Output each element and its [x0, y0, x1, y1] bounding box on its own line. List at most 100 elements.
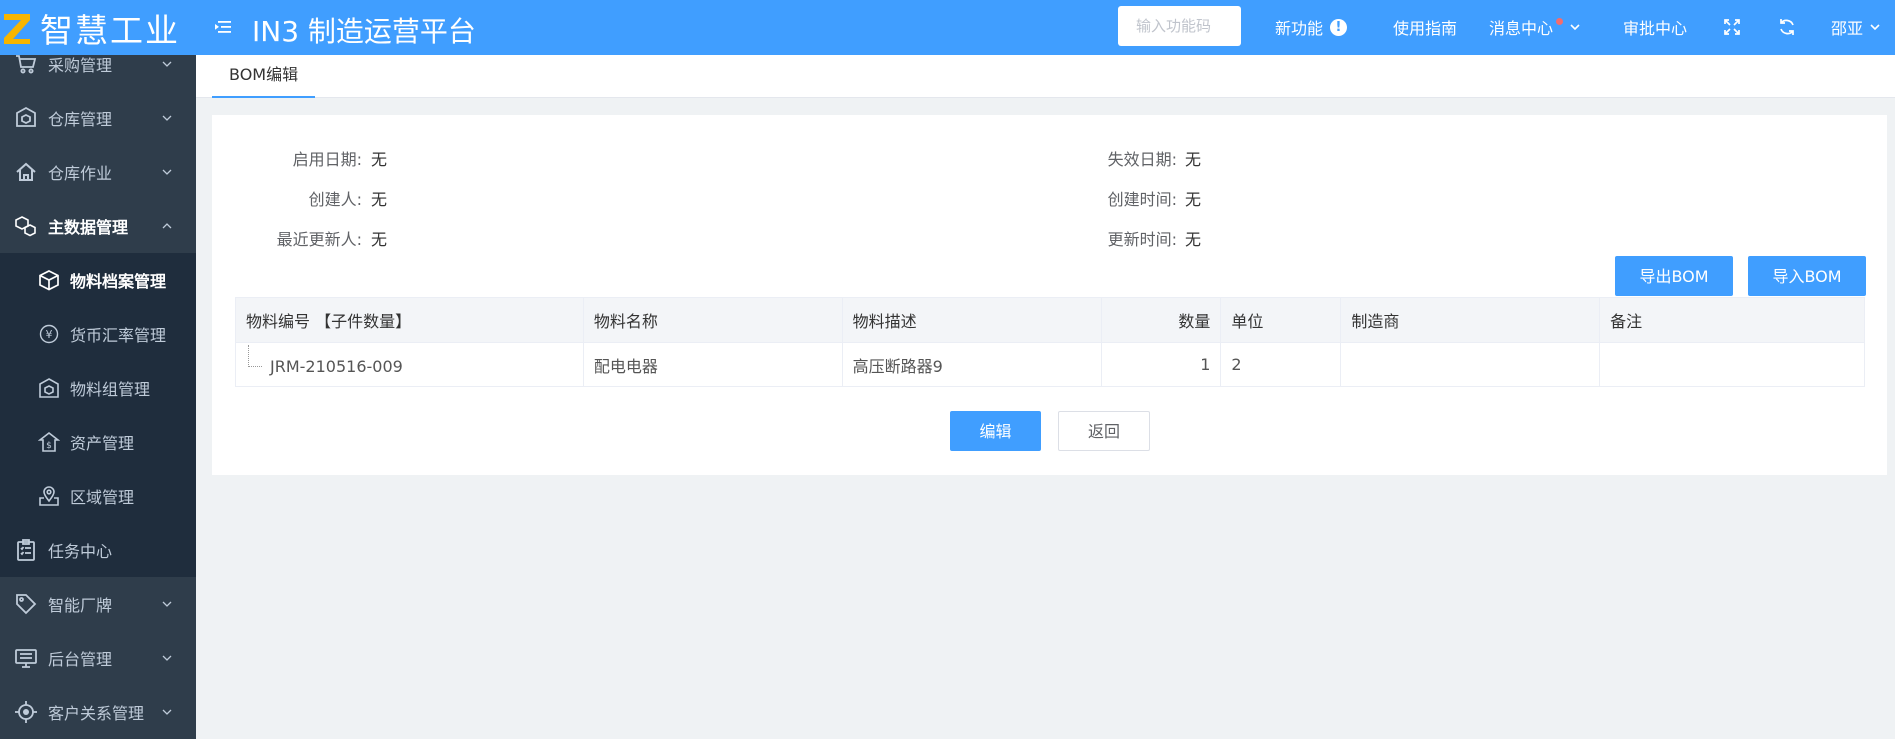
clipboard-icon — [17, 539, 35, 561]
sidebar-item-warehouse[interactable]: 仓库管理 — [0, 91, 196, 145]
warehouse-icon — [16, 106, 36, 127]
home-icon — [16, 162, 36, 181]
menu-toggle-icon[interactable] — [213, 17, 233, 37]
bom-detail-card: 启用日期: 无 失效日期: 无 创建人: 无 创建时间: 无 最近更新人: 无 … — [212, 115, 1887, 475]
submenu-item-label: 区域管理 — [70, 488, 135, 507]
tree-connector — [248, 344, 262, 367]
sidebar-item-purchase[interactable]: 采购管理 — [0, 55, 196, 91]
submenu-item-material-group[interactable]: 物料组管理 — [0, 361, 196, 415]
submenu-item-assets[interactable]: $ 资产管理 — [0, 415, 196, 469]
brand-name: 智慧工业 — [40, 10, 180, 50]
refresh-icon[interactable] — [1777, 17, 1797, 37]
fullscreen-icon[interactable] — [1722, 17, 1742, 37]
sidebar-item-admin[interactable]: 后台管理 — [0, 631, 196, 685]
updater-value: 无 — [371, 230, 388, 249]
cell-qty: 1 — [1100, 342, 1222, 387]
house-dollar-icon: $ — [38, 431, 60, 452]
column-header-unit: 单位 — [1220, 297, 1342, 343]
back-button[interactable]: 返回 — [1058, 411, 1150, 451]
chevron-down-icon — [1570, 24, 1580, 31]
import-bom-button[interactable]: 导入BOM — [1748, 256, 1866, 296]
material-code: JRM-210516-009 — [270, 356, 403, 376]
start-date-label: 启用日期: — [292, 150, 362, 169]
svg-text:$: $ — [46, 441, 52, 451]
new-feature-link[interactable]: 新功能 ! — [1275, 15, 1348, 39]
column-header-note: 备注 — [1599, 297, 1865, 343]
table-row[interactable]: JRM-210516-009 配电电器 高压断路器9 1 2 — [235, 342, 1865, 387]
export-bom-button[interactable]: 导出BOM — [1615, 256, 1733, 296]
message-center-menu[interactable]: 消息中心 — [1489, 15, 1581, 39]
unread-dot — [1556, 17, 1564, 25]
updater-label: 最近更新人: — [276, 230, 362, 249]
chevron-down-icon — [162, 601, 172, 607]
user-name: 邵亚 — [1831, 19, 1864, 38]
cell-note — [1599, 342, 1865, 387]
sidebar-item-label: 仓库管理 — [48, 110, 113, 129]
sidebar-item-task-center[interactable]: 任务中心 — [0, 523, 196, 577]
chevron-down-icon — [1870, 24, 1880, 31]
chevron-down-icon — [162, 709, 172, 715]
monitor-icon — [15, 649, 37, 668]
created-time-value: 无 — [1185, 190, 1202, 209]
submenu-item-label: 货币汇率管理 — [70, 326, 167, 345]
svg-text:¥: ¥ — [46, 328, 53, 341]
column-header-name: 物料名称 — [582, 297, 843, 343]
chevron-down-icon — [162, 115, 172, 121]
sidebar-item-label: 仓库作业 — [48, 164, 113, 183]
logo-icon — [4, 13, 30, 44]
map-pin-icon — [39, 486, 59, 506]
created-time-label: 创建时间: — [1107, 190, 1177, 209]
target-icon — [15, 701, 37, 723]
cell-name: 配电电器 — [582, 342, 843, 387]
currency-icon: ¥ — [39, 324, 59, 344]
user-menu[interactable]: 邵亚 — [1831, 15, 1881, 39]
creator-label: 创建人: — [308, 190, 362, 209]
chevron-down-icon — [162, 169, 172, 175]
chevron-up-icon — [162, 223, 172, 229]
submenu-item-material-archive[interactable]: 物料档案管理 — [0, 253, 196, 307]
sidebar-item-warehouse-ops[interactable]: 仓库作业 — [0, 145, 196, 199]
sidebar-item-label: 后台管理 — [48, 650, 113, 669]
submenu-item-label: 物料组管理 — [70, 380, 151, 399]
updated-time-label: 更新时间: — [1107, 230, 1177, 249]
cell-code: JRM-210516-009 — [235, 342, 584, 387]
edit-button[interactable]: 编辑 — [950, 411, 1041, 451]
app-title: IN3 制造运营平台 — [252, 15, 476, 48]
approval-center-link[interactable]: 审批中心 — [1623, 15, 1687, 39]
sidebar-item-smart-badge[interactable]: 智能厂牌 — [0, 577, 196, 631]
sidebar-item-master-data[interactable]: 主数据管理 — [0, 199, 196, 253]
warehouse-icon — [39, 378, 59, 398]
brand[interactable]: 智慧工业 — [0, 0, 196, 55]
chevron-down-icon — [162, 655, 172, 661]
tab-bar: BOM编辑 — [196, 55, 1895, 98]
sidebar-item-label: 智能厂牌 — [48, 596, 113, 615]
tag-icon — [16, 594, 37, 615]
sidebar-item-label: 采购管理 — [48, 56, 113, 75]
new-feature-label: 新功能 — [1275, 19, 1324, 38]
tab-bom-edit[interactable]: BOM编辑 — [212, 55, 316, 98]
new-feature-badge: ! — [1330, 18, 1348, 36]
expire-date-label: 失效日期: — [1107, 150, 1177, 169]
column-header-maker: 制造商 — [1340, 297, 1601, 343]
message-center-label: 消息中心 — [1489, 19, 1554, 38]
table-header-row: 物料编号 【子件数量】 物料名称 物料描述 数量 单位 制造商 备注 — [235, 297, 1865, 343]
sidebar-item-label: 任务中心 — [48, 542, 113, 561]
start-date-value: 无 — [371, 150, 388, 169]
column-header-code: 物料编号 【子件数量】 — [235, 297, 584, 343]
box-icon — [39, 270, 59, 291]
cubes-icon — [15, 216, 36, 237]
expire-date-value: 无 — [1185, 150, 1202, 169]
guide-link[interactable]: 使用指南 — [1393, 15, 1457, 39]
submenu-item-currency-rate[interactable]: ¥ 货币汇率管理 — [0, 307, 196, 361]
submenu-item-label: 物料档案管理 — [70, 272, 167, 291]
column-header-desc: 物料描述 — [841, 297, 1102, 343]
sidebar-item-crm[interactable]: 客户关系管理 — [0, 685, 196, 739]
chevron-down-icon — [162, 61, 172, 67]
cell-desc: 高压断路器9 — [841, 342, 1102, 387]
sidebar: 采购管理 仓库管理 仓库作业 主数据管理 物料档案管理 ¥ 货币汇率管理 物料组… — [0, 55, 196, 739]
cart-icon — [16, 55, 37, 74]
function-code-input[interactable] — [1118, 6, 1241, 46]
cell-unit: 2 — [1220, 342, 1342, 387]
submenu-item-region[interactable]: 区域管理 — [0, 469, 196, 523]
updated-time-value: 无 — [1185, 230, 1202, 249]
